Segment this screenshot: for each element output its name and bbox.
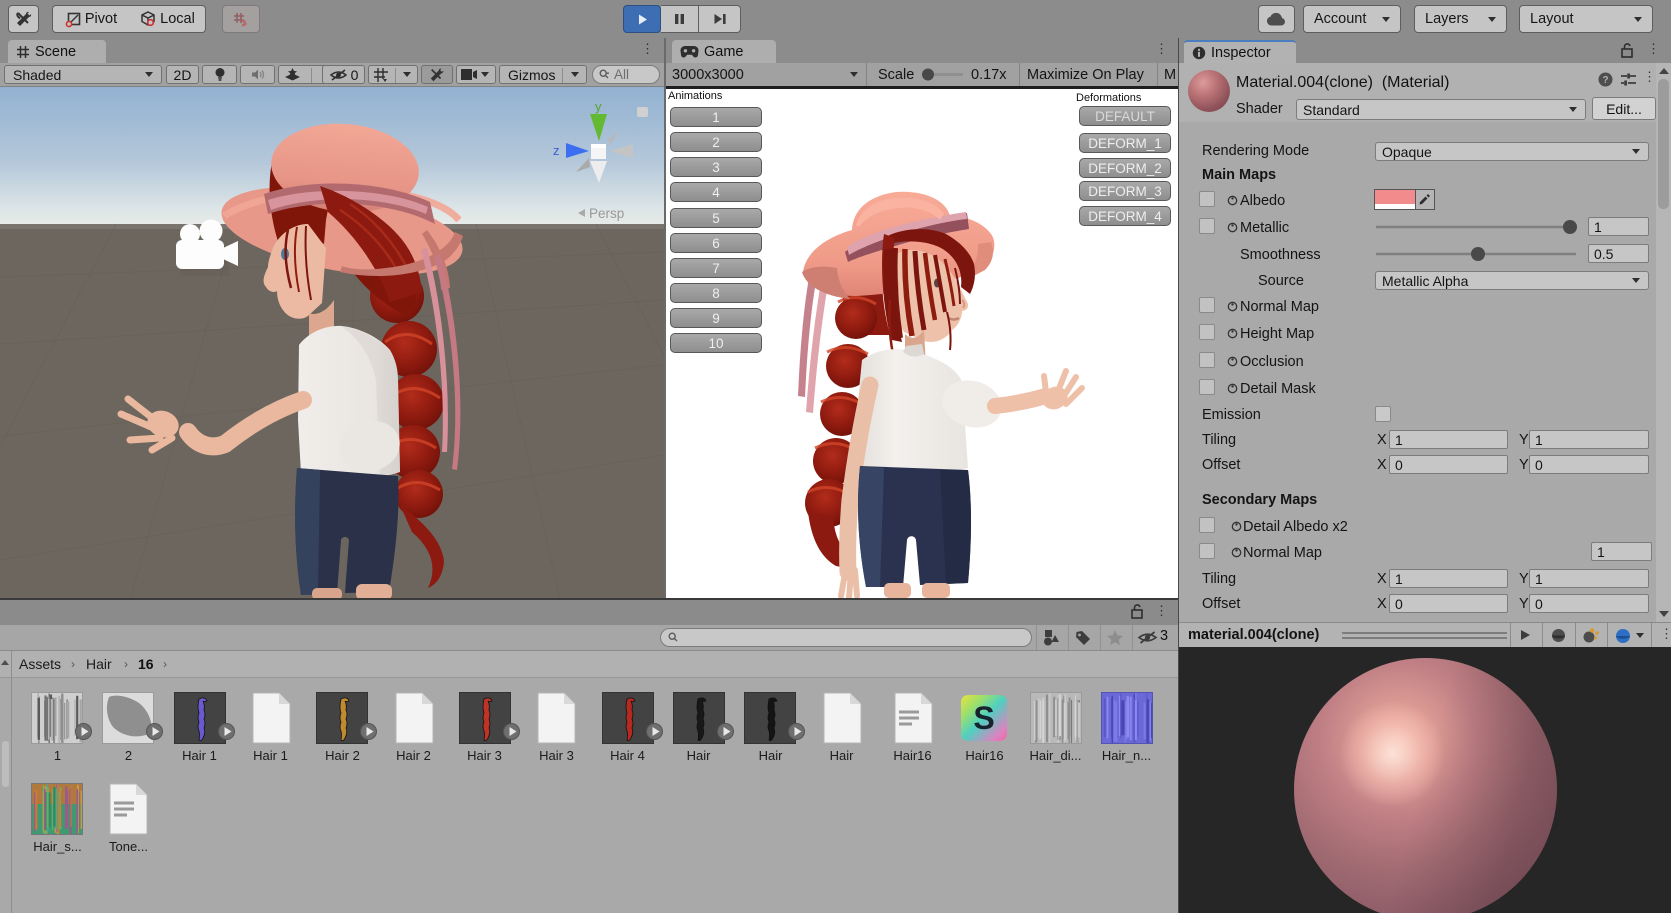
svg-text:z: z [553,143,560,158]
svg-text:y: y [595,99,602,114]
svg-text:Persp: Persp [589,206,624,221]
svg-text:?: ? [1602,75,1608,86]
